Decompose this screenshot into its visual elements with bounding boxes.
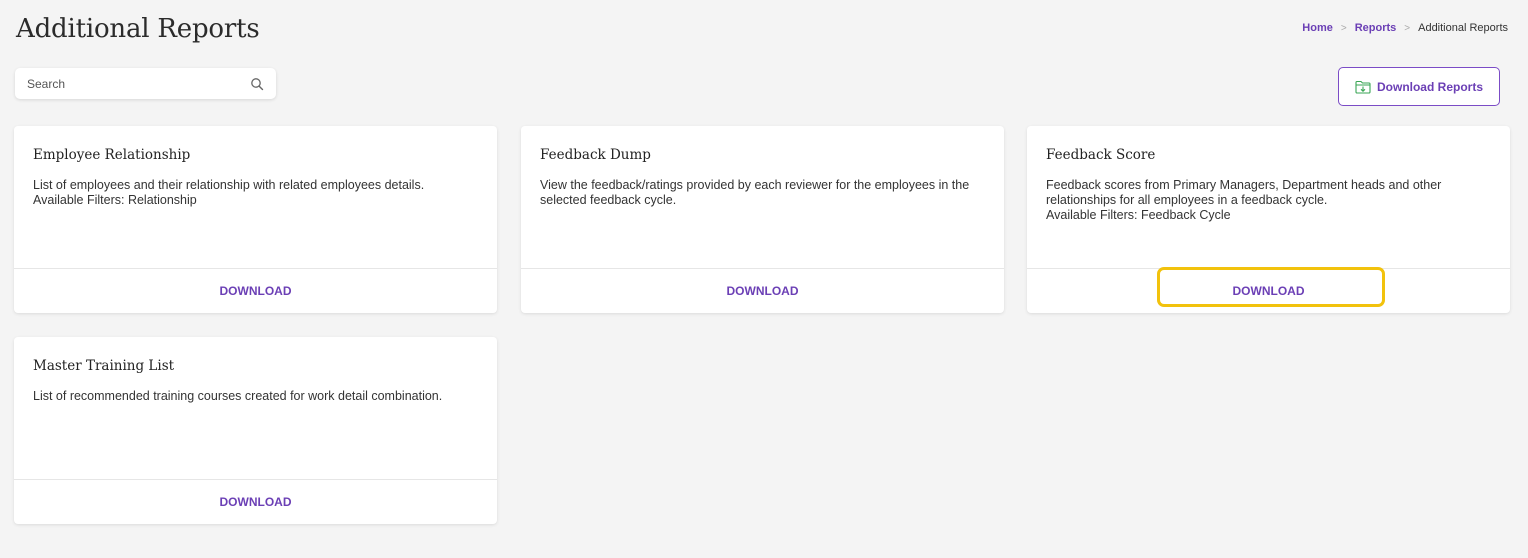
card-description: List of recommended training courses cre…: [33, 389, 473, 404]
download-button[interactable]: DOWNLOAD: [14, 480, 497, 524]
breadcrumb-separator: >: [1404, 22, 1411, 34]
search-input[interactable]: [25, 75, 250, 92]
folder-download-icon: [1355, 80, 1371, 94]
search-icon[interactable]: [250, 77, 264, 91]
card-title: Employee Relationship: [33, 147, 191, 163]
card-description: Feedback scores from Primary Managers, D…: [1046, 178, 1486, 223]
download-button[interactable]: DOWNLOAD: [1027, 269, 1510, 313]
card-description: List of employees and their relationship…: [33, 178, 473, 208]
card-description-text: View the feedback/ratings provided by ea…: [540, 178, 970, 207]
breadcrumb-reports[interactable]: Reports: [1355, 22, 1397, 34]
card-title: Feedback Dump: [540, 147, 651, 163]
card-description-text: List of employees and their relationship…: [33, 178, 425, 192]
card-title: Master Training List: [33, 358, 175, 374]
card-description: View the feedback/ratings provided by ea…: [540, 178, 980, 208]
card-description-text: Feedback scores from Primary Managers, D…: [1046, 178, 1442, 207]
breadcrumb: Home > Reports > Additional Reports: [1302, 22, 1508, 34]
report-card-feedback-score: Feedback Score Feedback scores from Prim…: [1027, 126, 1510, 313]
card-filters: Available Filters: Feedback Cycle: [1046, 208, 1231, 222]
download-reports-button[interactable]: Download Reports: [1338, 67, 1500, 106]
download-reports-label: Download Reports: [1376, 79, 1483, 94]
breadcrumb-separator: >: [1340, 22, 1347, 34]
page-title: Additional Reports: [16, 14, 260, 44]
card-filters: Available Filters: Relationship: [33, 193, 197, 207]
report-card-employee-relationship: Employee Relationship List of employees …: [14, 126, 497, 313]
search-box: [15, 68, 276, 99]
download-button[interactable]: DOWNLOAD: [521, 269, 1004, 313]
card-description-text: List of recommended training courses cre…: [33, 389, 443, 403]
card-title: Feedback Score: [1046, 147, 1156, 163]
report-card-master-training-list: Master Training List List of recommended…: [14, 337, 497, 524]
breadcrumb-home[interactable]: Home: [1302, 22, 1333, 34]
report-card-feedback-dump: Feedback Dump View the feedback/ratings …: [521, 126, 1004, 313]
breadcrumb-current: Additional Reports: [1418, 22, 1508, 34]
download-button[interactable]: DOWNLOAD: [14, 269, 497, 313]
